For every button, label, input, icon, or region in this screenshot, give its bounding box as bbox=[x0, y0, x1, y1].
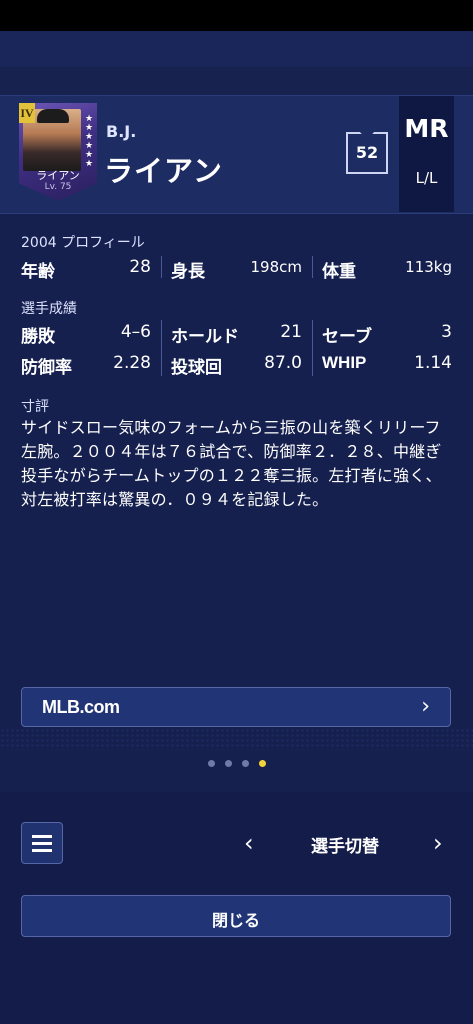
page-dot[interactable] bbox=[225, 760, 232, 767]
review-title: 寸評 bbox=[21, 399, 49, 415]
stat-value: 21 bbox=[280, 322, 302, 342]
stat-label: 防御率 bbox=[21, 358, 72, 378]
stat-label: 投球回 bbox=[171, 358, 222, 378]
stat-value: 3 bbox=[441, 322, 452, 342]
page-dot-active[interactable] bbox=[259, 760, 266, 767]
divider bbox=[312, 256, 313, 278]
weight-value: 113kg bbox=[405, 258, 452, 276]
age-label: 年齢 bbox=[21, 262, 55, 282]
player-first-name: B.J. bbox=[106, 122, 137, 141]
close-button[interactable]: 閉じる bbox=[21, 895, 451, 937]
player-name: ライアン bbox=[104, 154, 223, 188]
stat-label: セーブ bbox=[322, 327, 372, 347]
mlb-link-button[interactable]: MLB.com › bbox=[21, 687, 451, 727]
age-value: 28 bbox=[129, 257, 151, 277]
mlb-link-label: MLB.com bbox=[42, 697, 120, 717]
page-dot[interactable] bbox=[208, 760, 215, 767]
height-value: 198cm bbox=[250, 258, 303, 276]
top-band-2 bbox=[0, 67, 473, 95]
player-switch-label: 選手切替 bbox=[311, 837, 379, 857]
close-label: 閉じる bbox=[211, 911, 260, 930]
page-dot[interactable] bbox=[242, 760, 249, 767]
divider bbox=[161, 320, 162, 376]
player-cap bbox=[37, 109, 69, 123]
card-player-name: ライアン bbox=[36, 169, 80, 182]
position-label: MR bbox=[404, 114, 449, 143]
status-bar bbox=[0, 0, 473, 31]
height-label: 身長 bbox=[171, 262, 205, 282]
stat-value: 2.28 bbox=[113, 353, 151, 373]
star-rating-icon: ★ ★ ★ ★ ★ ★ bbox=[84, 114, 94, 169]
pattern-divider bbox=[0, 728, 473, 750]
review-text: サイドスロー気味のフォームから三振の山を築くリリーフ左腕。２００４年は７６試合で… bbox=[21, 418, 442, 509]
divider bbox=[312, 320, 313, 376]
top-band bbox=[0, 31, 473, 67]
stat-label: WHIP bbox=[322, 353, 367, 372]
chevron-right-icon[interactable]: › bbox=[433, 829, 443, 857]
weight-label: 体重 bbox=[322, 262, 356, 282]
profile-title: 2004 プロフィール bbox=[21, 235, 145, 251]
player-card[interactable]: IV ★ ★ ★ ★ ★ ★ ライアン Lv. 75 bbox=[19, 103, 97, 201]
throw-bat-hand: L/L bbox=[415, 169, 438, 187]
uniform-number: 52 bbox=[355, 143, 379, 162]
card-grade-badge: IV bbox=[19, 103, 35, 123]
divider bbox=[161, 256, 162, 278]
chevron-right-icon: › bbox=[421, 694, 430, 719]
stat-label: 勝敗 bbox=[21, 327, 55, 347]
menu-button[interactable] bbox=[21, 822, 63, 864]
chevron-left-icon[interactable]: ‹ bbox=[244, 829, 254, 857]
stats-title: 選手成績 bbox=[21, 301, 77, 317]
stat-label: ホールド bbox=[171, 327, 239, 347]
stat-value: 1.14 bbox=[414, 353, 452, 373]
stat-value: 87.0 bbox=[264, 353, 302, 373]
stat-value: 4–6 bbox=[120, 322, 151, 342]
